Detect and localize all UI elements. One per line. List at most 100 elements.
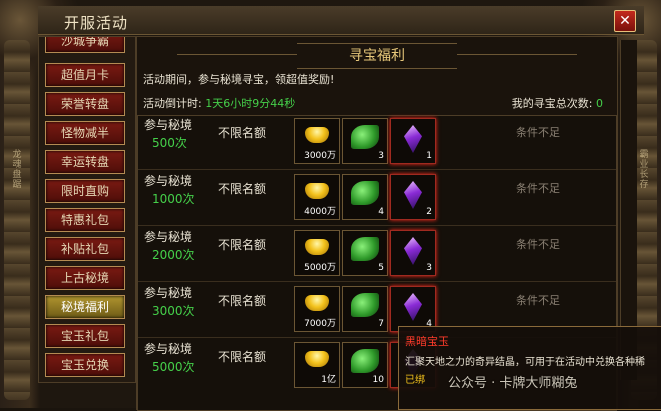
- watermark: 公众号 · 卡牌大师糊兔: [448, 376, 578, 391]
- row-condition: 参与秘境 5000次: [144, 340, 214, 376]
- jade-qty: 10: [372, 375, 384, 385]
- purple-crystal-icon: [404, 125, 422, 153]
- row-task: 参与秘境: [144, 118, 193, 132]
- row-task: 参与秘境: [144, 230, 193, 244]
- sidebar-item-11[interactable]: 宝玉兑换: [45, 353, 125, 377]
- row-condition: 参与秘境 1000次: [144, 172, 214, 208]
- gold-reward-slot[interactable]: 7000万: [294, 286, 340, 332]
- sidebar-item-2[interactable]: 荣誉转盘: [45, 92, 125, 116]
- row-status: 条件不足: [516, 126, 560, 139]
- close-button[interactable]: ✕: [614, 10, 636, 32]
- countdown-label: 活动倒计时:: [143, 97, 202, 110]
- purple-crystal-icon: [404, 181, 422, 209]
- sidebar-item-1[interactable]: 超值月卡: [45, 63, 125, 87]
- item-tooltip: 黑暗宝玉 汇聚天地之力的奇异结晶，可用于在活动中兑换各种稀 已绑: [398, 326, 661, 410]
- row-condition: 参与秘境 3000次: [144, 284, 214, 320]
- gold-reward-slot[interactable]: 5000万: [294, 230, 340, 276]
- banner-divider-left: [177, 54, 297, 55]
- total-count-value: 0: [596, 97, 603, 110]
- jade-reward-slot[interactable]: 5: [342, 230, 388, 276]
- row-limit: 不限名额: [218, 182, 267, 196]
- jade-qty: 5: [378, 263, 384, 273]
- row-count: 500次: [152, 136, 187, 150]
- table-row: 参与秘境 500次 不限名额 3000万 3 1 条件不足: [138, 116, 616, 170]
- row-condition: 参与秘境 500次: [144, 116, 214, 152]
- row-count: 1000次: [152, 192, 195, 206]
- gem-qty: 1: [426, 151, 432, 161]
- purple-crystal-icon: [404, 293, 422, 321]
- row-limit: 不限名额: [218, 126, 267, 140]
- jade-reward-slot[interactable]: 10: [342, 342, 388, 388]
- sidebar-item-6[interactable]: 特惠礼包: [45, 208, 125, 232]
- gold-ingot-icon: [305, 239, 329, 255]
- jade-leaf-icon: [351, 293, 379, 317]
- gold-reward-slot[interactable]: 4000万: [294, 174, 340, 220]
- panel-banner: 寻宝福利: [297, 43, 457, 69]
- jade-leaf-icon: [351, 349, 379, 373]
- sidebar-item-4[interactable]: 幸运转盘: [45, 150, 125, 174]
- gem-qty: 3: [426, 263, 432, 273]
- row-task: 参与秘境: [144, 342, 193, 356]
- gem-qty: 2: [426, 207, 432, 217]
- row-count: 3000次: [152, 304, 195, 318]
- row-count: 2000次: [152, 248, 195, 262]
- sidebar-item-0[interactable]: 沙城争霸: [45, 37, 125, 53]
- row-condition: 参与秘境 2000次: [144, 228, 214, 264]
- purple-crystal-icon: [404, 237, 422, 265]
- jade-reward-slot[interactable]: 3: [342, 118, 388, 164]
- activity-description: 活动期间，参与秘境寻宝，领超值奖励!: [143, 73, 335, 86]
- jade-leaf-icon: [351, 125, 379, 149]
- jade-leaf-icon: [351, 237, 379, 261]
- gem-reward-slot[interactable]: 2: [390, 174, 436, 220]
- banner-divider-right: [457, 54, 577, 55]
- sidebar-item-3[interactable]: 怪物减半: [45, 121, 125, 145]
- table-row: 参与秘境 1000次 不限名额 4000万 4 2 条件不足: [138, 172, 616, 226]
- countdown-value: 1天6小时9分44秒: [205, 97, 296, 110]
- window-title: 开服活动: [64, 14, 129, 32]
- gold-ingot-icon: [305, 295, 329, 311]
- total-count: 我的寻宝总次数: 0: [512, 95, 603, 111]
- jade-qty: 7: [378, 319, 384, 329]
- activity-sidebar: 沙城争霸 超值月卡 荣誉转盘 怪物减半 幸运转盘 限时直购 特惠礼包 补贴礼包 …: [38, 36, 136, 383]
- gold-ingot-icon: [305, 183, 329, 199]
- right-ornament-text: 霸业长存: [639, 150, 649, 190]
- gold-ingot-icon: [305, 127, 329, 143]
- jade-reward-slot[interactable]: 4: [342, 174, 388, 220]
- sidebar-item-8[interactable]: 上古秘境: [45, 266, 125, 290]
- row-status: 条件不足: [516, 238, 560, 251]
- title-bar: 开服活动 ✕: [38, 6, 644, 35]
- tooltip-bound: 已绑: [405, 375, 425, 386]
- row-count: 5000次: [152, 360, 195, 374]
- row-limit: 不限名额: [218, 350, 267, 364]
- sidebar-item-10[interactable]: 宝玉礼包: [45, 324, 125, 348]
- left-ornament-text: 龙魂盘踞: [12, 150, 22, 190]
- row-status: 条件不足: [516, 294, 560, 307]
- row-task: 参与秘境: [144, 286, 193, 300]
- gem-reward-slot[interactable]: 3: [390, 230, 436, 276]
- gold-reward-slot[interactable]: 1亿: [294, 342, 340, 388]
- gold-qty: 4000万: [304, 207, 336, 217]
- sidebar-item-9[interactable]: 秘境福利: [45, 295, 125, 319]
- gold-ingot-icon: [305, 351, 329, 367]
- row-limit: 不限名额: [218, 294, 267, 308]
- countdown: 活动倒计时: 1天6小时9分44秒: [143, 95, 295, 111]
- gold-qty: 5000万: [304, 263, 336, 273]
- total-count-label: 我的寻宝总次数:: [511, 97, 593, 110]
- jade-reward-slot[interactable]: 7: [342, 286, 388, 332]
- gem-reward-slot[interactable]: 1: [390, 118, 436, 164]
- table-row: 参与秘境 2000次 不限名额 5000万 5 3 条件不足: [138, 228, 616, 282]
- sidebar-item-5[interactable]: 限时直购: [45, 179, 125, 203]
- row-status: 条件不足: [516, 182, 560, 195]
- tooltip-title: 黑暗宝玉: [405, 335, 449, 348]
- row-task: 参与秘境: [144, 174, 193, 188]
- sidebar-item-7[interactable]: 补贴礼包: [45, 237, 125, 261]
- row-limit: 不限名额: [218, 238, 267, 252]
- jade-qty: 3: [378, 151, 384, 161]
- left-dragon-ornament: [4, 40, 30, 400]
- jade-qty: 4: [378, 207, 384, 217]
- gold-qty: 3000万: [304, 151, 336, 161]
- gold-qty: 7000万: [304, 319, 336, 329]
- gold-reward-slot[interactable]: 3000万: [294, 118, 340, 164]
- jade-leaf-icon: [351, 181, 379, 205]
- tooltip-description: 汇聚天地之力的奇异结晶，可用于在活动中兑换各种稀: [405, 357, 645, 368]
